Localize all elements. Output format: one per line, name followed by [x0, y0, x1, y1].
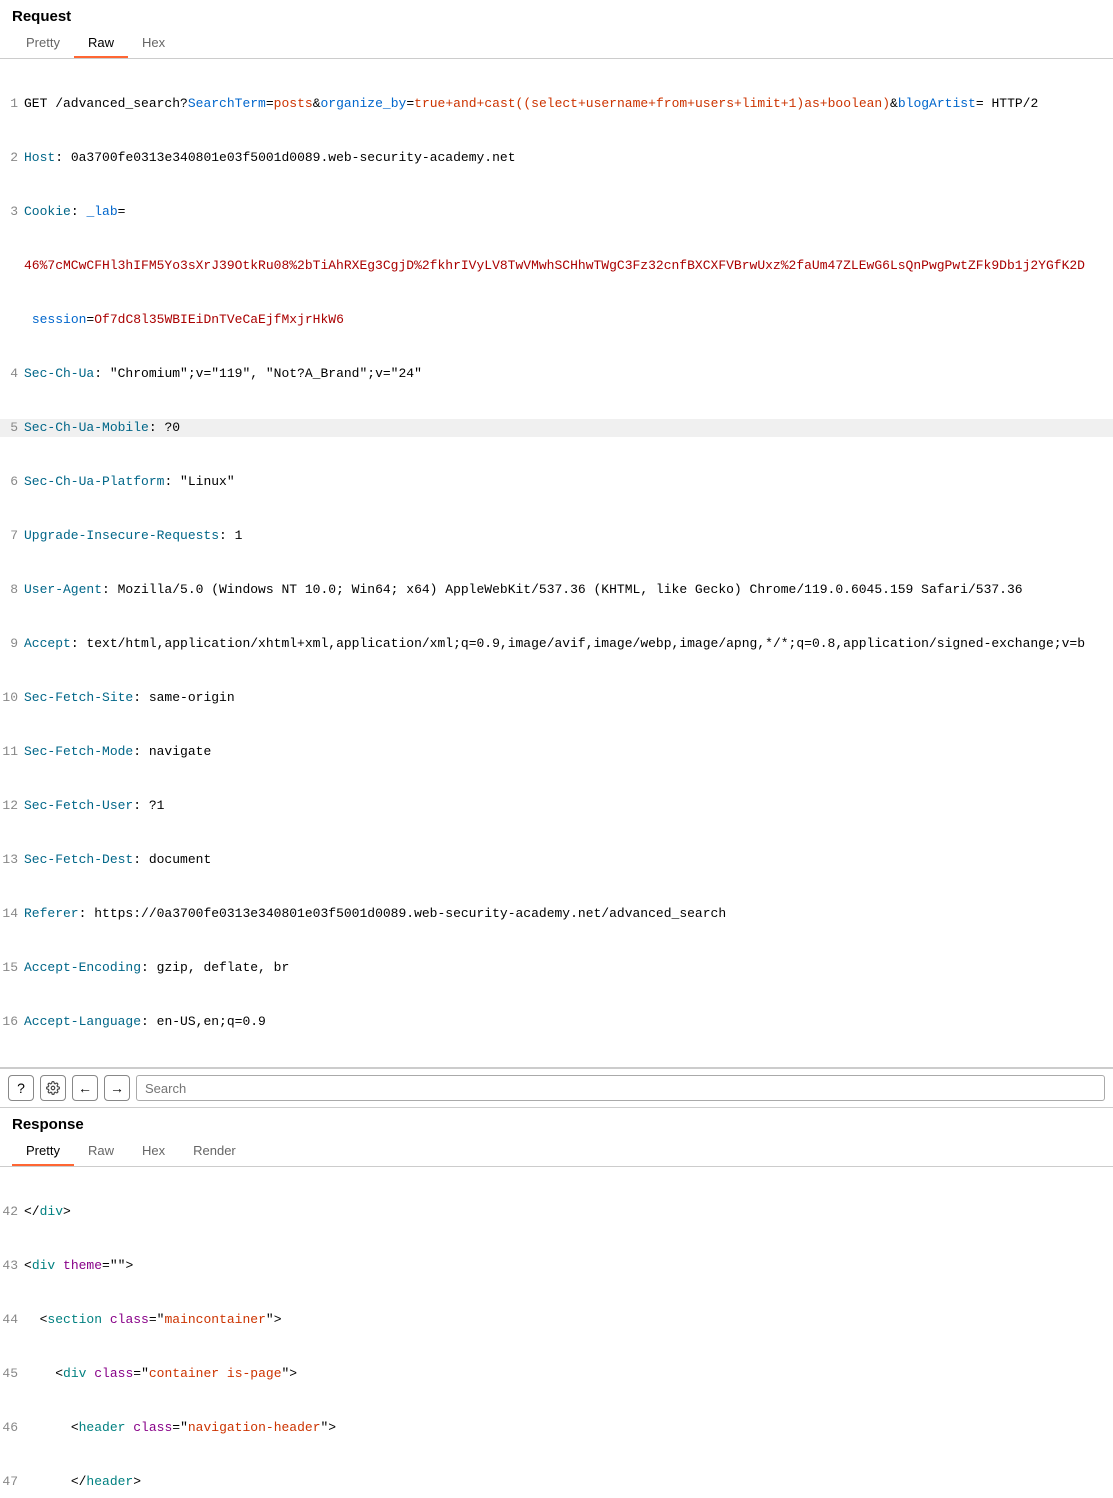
tab-hex[interactable]: Hex — [128, 29, 179, 58]
tab-render[interactable]: Render — [179, 1137, 250, 1166]
tab-raw[interactable]: Raw — [74, 1137, 128, 1166]
request-code[interactable]: 1GET /advanced_search?SearchTerm=posts&o… — [0, 59, 1113, 1067]
request-title: Request — [0, 0, 1113, 29]
toolbar: ? ← → — [0, 1068, 1113, 1108]
response-tabs: Pretty Raw Hex Render — [0, 1137, 1113, 1167]
tab-pretty[interactable]: Pretty — [12, 29, 74, 58]
tab-hex[interactable]: Hex — [128, 1137, 179, 1166]
request-panel: Request Pretty Raw Hex 1GET /advanced_se… — [0, 0, 1113, 1068]
search-input[interactable] — [136, 1075, 1105, 1101]
response-panel: Response Pretty Raw Hex Render 42</div> … — [0, 1108, 1113, 1498]
tab-pretty[interactable]: Pretty — [12, 1137, 74, 1166]
gear-icon[interactable] — [40, 1075, 66, 1101]
arrow-left-icon[interactable]: ← — [72, 1075, 98, 1101]
arrow-right-icon[interactable]: → — [104, 1075, 130, 1101]
response-title: Response — [0, 1108, 1113, 1137]
help-icon[interactable]: ? — [8, 1075, 34, 1101]
response-code[interactable]: 42</div> 43<div theme=""> 44 <section cl… — [0, 1167, 1113, 1498]
request-tabs: Pretty Raw Hex — [0, 29, 1113, 59]
tab-raw[interactable]: Raw — [74, 29, 128, 58]
